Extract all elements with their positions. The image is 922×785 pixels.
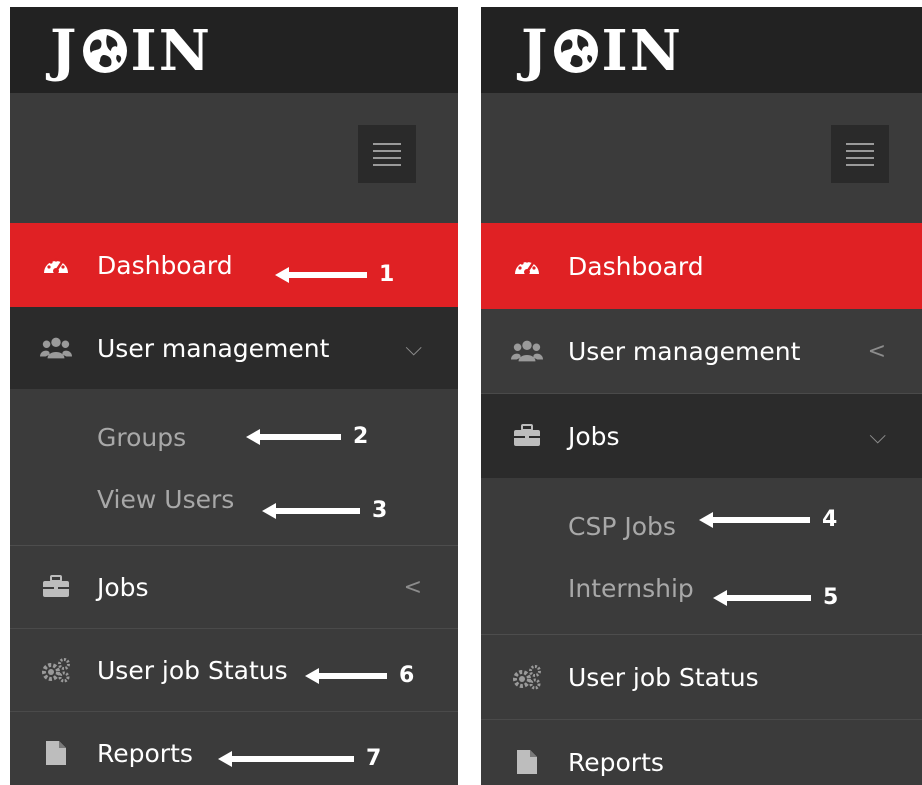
briefcase-icon (40, 573, 72, 601)
globe-icon (553, 29, 598, 73)
annotation-2: 2 (246, 424, 368, 449)
logo[interactable]: J IN (521, 18, 683, 84)
sidebar-item-csp-jobs[interactable]: CSP Jobs (568, 512, 676, 541)
annotation-number: 7 (366, 746, 382, 771)
file-icon (511, 748, 543, 776)
logo-text-j: J (50, 18, 79, 84)
annotation-number: 6 (399, 663, 415, 688)
submenu-jobs: CSP Jobs Internship (481, 478, 922, 635)
logo-bar: J IN (481, 7, 922, 93)
submenu-user-management: Groups View Users (10, 389, 458, 546)
annotation-number: 1 (379, 262, 395, 287)
gears-icon (511, 663, 543, 691)
arrow-left-icon (305, 667, 387, 684)
annotation-5: 5 (713, 585, 838, 610)
sidebar-item-dashboard[interactable]: Dashboard (481, 223, 922, 309)
sidebar-item-view-users[interactable]: View Users (97, 485, 234, 514)
annotation-number: 5 (823, 585, 839, 610)
annotation-number: 3 (372, 498, 388, 523)
annotation-7: 7 (218, 746, 381, 771)
gears-icon (40, 656, 72, 684)
sidebar-item-label: Jobs (568, 421, 620, 451)
arrow-left-icon (699, 511, 810, 528)
logo-bar: J IN (10, 7, 458, 93)
users-icon (40, 334, 72, 362)
logo[interactable]: J IN (50, 18, 212, 84)
chevron-down-icon: ⌵ (869, 423, 886, 449)
logo-text-j: J (521, 18, 550, 84)
arrow-left-icon (246, 428, 341, 445)
briefcase-icon (511, 422, 543, 450)
sidebar-item-label: User management (568, 336, 801, 366)
hamburger-icon[interactable] (358, 125, 416, 183)
chevron-left-icon: < (403, 574, 422, 600)
users-icon (511, 337, 543, 365)
arrow-left-icon (218, 750, 354, 767)
chevron-left-icon: < (867, 338, 886, 364)
sidebar-item-label: Reports (97, 738, 193, 768)
logo-text-in: IN (601, 18, 683, 84)
hamburger-icon[interactable] (831, 125, 889, 183)
annotation-4: 4 (699, 507, 837, 532)
sidebar-item-label: Dashboard (97, 250, 233, 280)
sidebar-right: J IN Dashboard User management < Jobs ⌵ … (481, 7, 922, 785)
sidebar-item-user-management[interactable]: User management < (481, 309, 922, 394)
toggle-area (10, 93, 458, 223)
sidebar-item-label: User job Status (568, 662, 759, 692)
file-icon (40, 739, 72, 767)
sidebar-item-jobs[interactable]: Jobs ⌵ (481, 394, 922, 478)
sidebar-item-label: Dashboard (568, 251, 704, 281)
chevron-down-icon: ⌵ (405, 335, 422, 361)
annotation-number: 4 (822, 507, 838, 532)
sidebar-item-reports[interactable]: Reports (481, 720, 922, 785)
sidebar-item-jobs[interactable]: Jobs < (10, 546, 458, 629)
sidebar-item-label: User job Status (97, 655, 288, 685)
sidebar-item-label: Jobs (97, 572, 149, 602)
sidebar-item-label: Reports (568, 747, 664, 777)
arrow-left-icon (275, 266, 367, 283)
annotation-6: 6 (305, 663, 414, 688)
sidebar-item-internship[interactable]: Internship (568, 574, 694, 603)
dashboard-icon (511, 252, 543, 280)
sidebar-item-groups[interactable]: Groups (97, 423, 186, 452)
sidebar-item-user-job-status[interactable]: User job Status (481, 635, 922, 720)
logo-text-in: IN (130, 18, 212, 84)
annotation-3: 3 (262, 498, 387, 523)
globe-icon (82, 29, 127, 73)
annotation-1: 1 (275, 262, 394, 287)
sidebar-item-user-management[interactable]: User management ⌵ (10, 307, 458, 389)
dashboard-icon (40, 251, 72, 279)
arrow-left-icon (713, 589, 811, 606)
annotation-number: 2 (353, 424, 369, 449)
sidebar-item-label: User management (97, 333, 330, 363)
toggle-area (481, 93, 922, 223)
arrow-left-icon (262, 502, 360, 519)
